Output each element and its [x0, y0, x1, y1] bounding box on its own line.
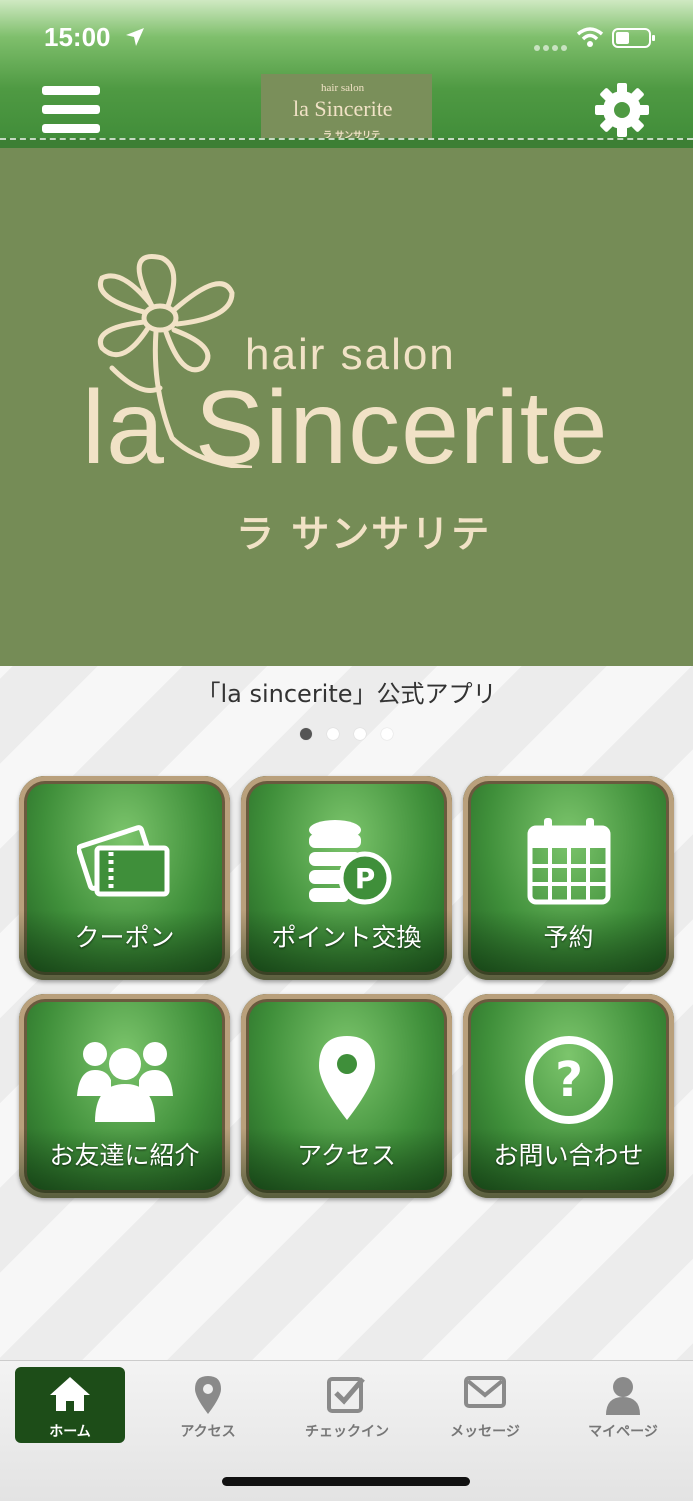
battery-icon: [612, 28, 655, 48]
carousel-dot[interactable]: [354, 728, 367, 740]
tab-label: ホーム: [49, 1424, 91, 1440]
calendar-icon: [527, 818, 610, 905]
question-icon: ?: [524, 1036, 613, 1124]
tile-label: お友達に紹介: [49, 1141, 200, 1170]
tab-label: マイページ: [588, 1424, 658, 1440]
tile-label: お問い合わせ: [493, 1141, 644, 1170]
svg-text:P: P: [354, 862, 375, 895]
tile-contact[interactable]: ? お問い合わせ: [463, 994, 674, 1198]
wifi-icon: [576, 27, 604, 47]
coins-point-icon: P: [308, 820, 391, 905]
ticket-icon: [75, 825, 169, 897]
tile-label: クーポン: [74, 923, 175, 952]
map-pin-icon: [195, 1376, 221, 1414]
gear-icon[interactable]: [592, 80, 652, 140]
tab-message[interactable]: メッセージ: [430, 1367, 540, 1443]
person-icon: [606, 1377, 640, 1415]
banner-salon-kana: ラ サンサリテ: [236, 512, 492, 556]
hero-banner[interactable]: hair salon la Sincerite ラ サンサリテ: [0, 148, 693, 666]
status-time: 15:00: [44, 22, 111, 52]
home-indicator: [222, 1477, 470, 1486]
tile-label: アクセス: [297, 1141, 396, 1170]
tile-reservation[interactable]: 予約: [463, 776, 674, 980]
banner-caption: 「la sincerite」公式アプリ: [196, 680, 497, 708]
logo-title: la Sincerite: [293, 96, 393, 121]
carousel-dot[interactable]: [381, 728, 394, 740]
tab-label: チェックイン: [305, 1424, 389, 1440]
tile-label: ポイント交換: [271, 923, 422, 952]
status-bar: 15:00: [0, 0, 693, 70]
carousel-dot[interactable]: [326, 728, 339, 740]
app-header: 15:00 hair salon la Sincerite ラ サンサリテ: [0, 0, 693, 148]
tab-access[interactable]: アクセス: [153, 1367, 263, 1443]
tab-mypage[interactable]: マイページ: [568, 1367, 678, 1443]
tab-label: メッセージ: [450, 1424, 520, 1440]
banner-salon-name: la Sincerite: [82, 370, 609, 486]
carousel-dots[interactable]: [0, 725, 693, 744]
logo-subtitle: hair salon: [321, 82, 365, 94]
tab-home[interactable]: ホーム: [15, 1367, 125, 1443]
checkbox-icon: [327, 1377, 365, 1413]
tile-coupon[interactable]: クーポン: [19, 776, 230, 980]
tile-label: 予約: [543, 923, 594, 952]
header-logo: hair salon la Sincerite ラ サンサリテ: [261, 74, 432, 148]
hamburger-menu-icon[interactable]: [42, 86, 100, 136]
map-pin-icon: [318, 1036, 375, 1120]
svg-text:?: ?: [555, 1052, 583, 1108]
users-icon: [76, 1042, 173, 1122]
tile-access[interactable]: アクセス: [241, 994, 452, 1198]
tile-point-exchange[interactable]: P ポイント交換: [241, 776, 452, 980]
carousel-dot[interactable]: [299, 728, 312, 740]
mail-icon: [464, 1376, 506, 1408]
signal-icon: [534, 45, 567, 51]
tab-checkin[interactable]: チェックイン: [292, 1367, 402, 1443]
tab-label: アクセス: [180, 1424, 236, 1440]
location-arrow-icon: [126, 28, 144, 46]
tile-refer-friend[interactable]: お友達に紹介: [19, 994, 230, 1198]
home-icon: [50, 1377, 90, 1411]
logo-kana: ラ サンサリテ: [323, 131, 381, 141]
